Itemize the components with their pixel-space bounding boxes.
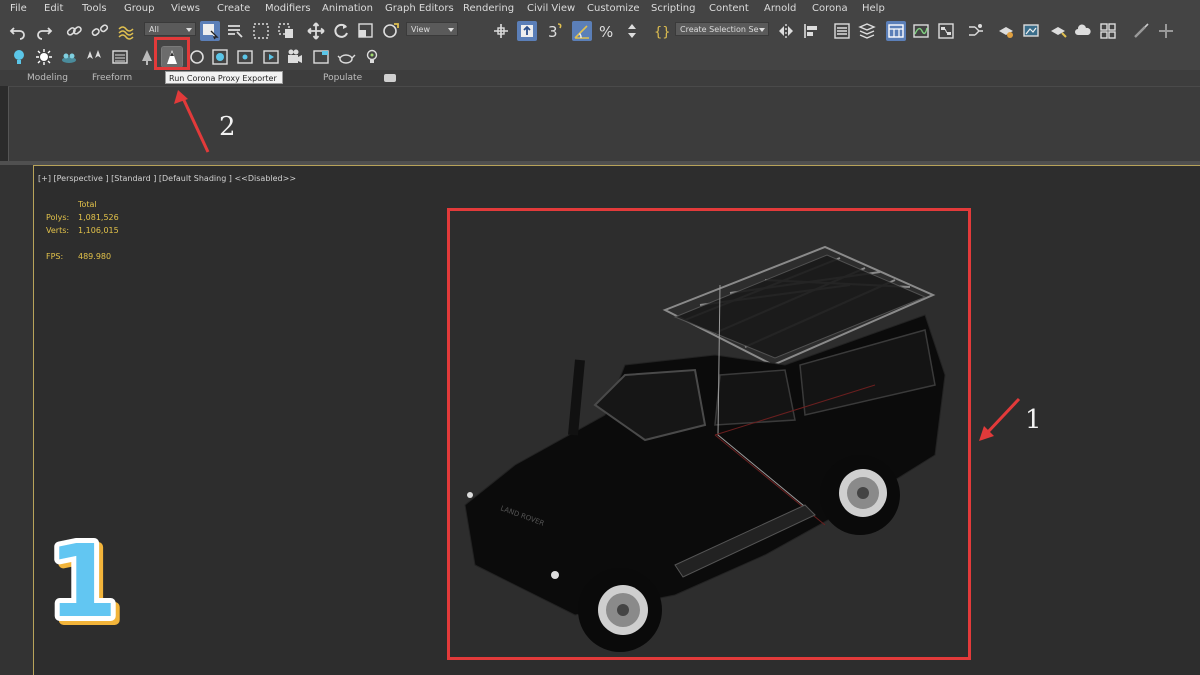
- select-object-icon[interactable]: [200, 21, 220, 41]
- corona-teapot-icon[interactable]: [336, 47, 356, 67]
- corona-render-icon[interactable]: [261, 47, 281, 67]
- select-manipulate-icon[interactable]: [517, 21, 537, 41]
- rotate-icon[interactable]: [331, 21, 351, 41]
- menu-group[interactable]: Group: [124, 0, 154, 17]
- reference-coordinate-dropdown[interactable]: View: [406, 22, 458, 36]
- menu-corona[interactable]: Corona: [812, 0, 848, 17]
- viewport-label-menu[interactable]: [+] [Perspective ] [Standard ] [Default …: [38, 174, 296, 183]
- svg-text:1: 1: [48, 523, 118, 632]
- redo-icon[interactable]: [34, 21, 54, 41]
- model-highlight: [447, 208, 971, 660]
- menu-edit[interactable]: Edit: [44, 0, 63, 17]
- viewport-layout-strip: [0, 165, 33, 675]
- scene-explorer-icon[interactable]: [832, 21, 852, 41]
- step-2-label: 2: [219, 112, 236, 142]
- menu-bar: File Edit Tools Group Views Create Modif…: [0, 0, 1200, 17]
- tab-modeling[interactable]: Modeling: [27, 70, 68, 86]
- selection-filter-dropdown[interactable]: All: [144, 22, 196, 36]
- ribbon-options-icon[interactable]: [384, 74, 396, 82]
- angle-snap-icon[interactable]: [572, 21, 592, 41]
- corona-vfb-icon[interactable]: [311, 47, 331, 67]
- svg-text:3: 3: [548, 23, 558, 41]
- menu-scripting[interactable]: Scripting: [651, 0, 695, 17]
- menu-arnold[interactable]: Arnold: [764, 0, 796, 17]
- render-shortcuts-icon[interactable]: [1098, 21, 1118, 41]
- arrow-to-model: [979, 397, 1021, 441]
- curve-editor-icon[interactable]: [911, 21, 931, 41]
- rectangular-selection-icon[interactable]: [251, 21, 271, 41]
- corona-scatter-icon[interactable]: [59, 47, 79, 67]
- polys-label: Polys:: [46, 213, 70, 222]
- rendered-frame-window-icon[interactable]: [1021, 21, 1041, 41]
- corona-chaos-scatter-icon[interactable]: [84, 47, 104, 67]
- percent-snap-icon[interactable]: %: [597, 21, 617, 41]
- add-tool-icon[interactable]: [1156, 21, 1176, 41]
- proxy-exporter-tooltip: Run Corona Proxy Exporter: [165, 71, 283, 84]
- step-1-label: 1: [1025, 405, 1042, 435]
- menu-graph-editors[interactable]: Graph Editors: [385, 0, 454, 17]
- corona-lightbulb-icon[interactable]: [362, 47, 382, 67]
- schematic-view-icon[interactable]: [936, 21, 956, 41]
- edit-named-selection-icon[interactable]: {}: [651, 21, 671, 41]
- menu-tools[interactable]: Tools: [82, 0, 107, 17]
- tab-freeform[interactable]: Freeform: [92, 70, 132, 86]
- svg-text:%: %: [599, 23, 613, 41]
- mirror-icon[interactable]: [776, 21, 796, 41]
- menu-views[interactable]: Views: [171, 0, 200, 17]
- corona-material-library-icon[interactable]: [210, 47, 230, 67]
- material-editor-icon[interactable]: [966, 21, 986, 41]
- tab-populate[interactable]: Populate: [323, 70, 362, 86]
- fps-label: FPS:: [46, 252, 64, 261]
- menu-customize[interactable]: Customize: [587, 0, 640, 17]
- window-crossing-icon[interactable]: [276, 21, 296, 41]
- bind-space-warp-icon[interactable]: [116, 21, 136, 41]
- verts-label: Verts:: [46, 226, 70, 235]
- menu-civil-view[interactable]: Civil View: [527, 0, 575, 17]
- corona-camera-icon[interactable]: [285, 47, 305, 67]
- menu-rendering[interactable]: Rendering: [463, 0, 514, 17]
- render-production-icon[interactable]: [1048, 21, 1068, 41]
- named-selection-dropdown[interactable]: Create Selection Se: [675, 22, 769, 36]
- unlink-icon[interactable]: [90, 21, 110, 41]
- menu-file[interactable]: File: [10, 0, 27, 17]
- menu-modifiers[interactable]: Modifiers: [265, 0, 311, 17]
- corona-sphere-icon[interactable]: [187, 47, 207, 67]
- fps-value: 489.980: [78, 252, 112, 261]
- corona-light-icon[interactable]: [9, 47, 29, 67]
- menu-animation[interactable]: Animation: [322, 0, 373, 17]
- proxy-exporter-highlight: [154, 37, 190, 70]
- menu-content[interactable]: Content: [709, 0, 749, 17]
- move-icon[interactable]: [306, 21, 326, 41]
- stats-header: Total: [78, 200, 97, 209]
- render-setup-icon[interactable]: [996, 21, 1016, 41]
- svg-text:{}: {}: [654, 25, 671, 40]
- scale-icon[interactable]: [356, 21, 376, 41]
- menu-help[interactable]: Help: [862, 0, 885, 17]
- link-icon[interactable]: [64, 21, 84, 41]
- snaps-toggle-icon[interactable]: 3: [546, 21, 566, 41]
- corona-frame-buffer-icon[interactable]: [110, 47, 130, 67]
- layer-explorer-icon[interactable]: [857, 21, 877, 41]
- undo-icon[interactable]: [8, 21, 28, 41]
- corona-sun-icon[interactable]: [34, 47, 54, 67]
- corona-interactive-render-icon[interactable]: [235, 47, 255, 67]
- align-icon[interactable]: [801, 21, 821, 41]
- step-badge: 1 1 1: [44, 522, 127, 632]
- spinner-snap-icon[interactable]: [622, 21, 642, 41]
- placement-icon[interactable]: [381, 21, 401, 41]
- verts-value: 1,106,015: [78, 226, 119, 235]
- polys-value: 1,081,526: [78, 213, 119, 222]
- arrow-to-button: [174, 90, 210, 153]
- select-by-name-icon[interactable]: [225, 21, 245, 41]
- toggle-ribbon-icon[interactable]: [886, 21, 906, 41]
- render-in-cloud-icon[interactable]: [1073, 21, 1093, 41]
- menu-create[interactable]: Create: [217, 0, 250, 17]
- brush-tool-icon[interactable]: [1131, 21, 1151, 41]
- pivot-center-icon[interactable]: [491, 21, 511, 41]
